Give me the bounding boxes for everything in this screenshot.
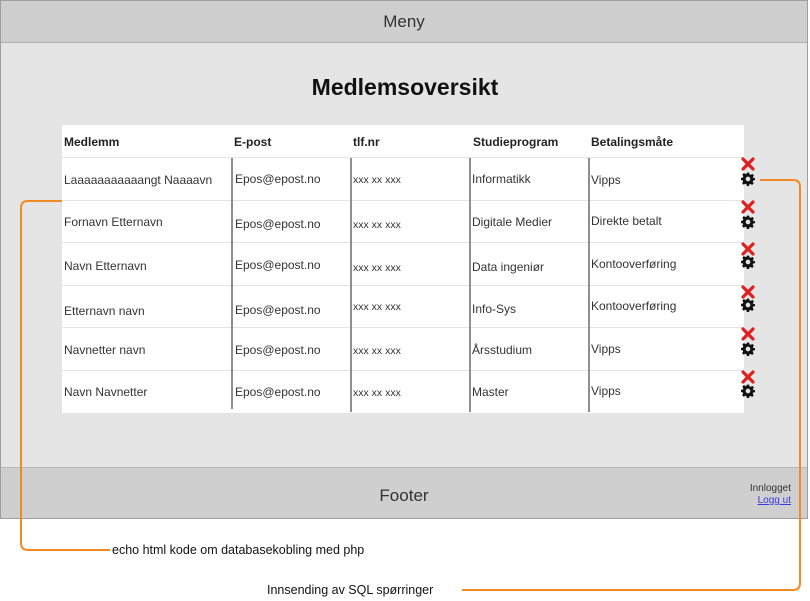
annotation-bracket-left: [20, 200, 110, 551]
annotation-right: Innsending av SQL spørringer: [267, 583, 434, 597]
annotation-left: echo html kode om databasekobling med ph…: [112, 543, 365, 557]
annotation-connectors: [20, 179, 801, 591]
annotation-bracket-right: [462, 179, 801, 591]
